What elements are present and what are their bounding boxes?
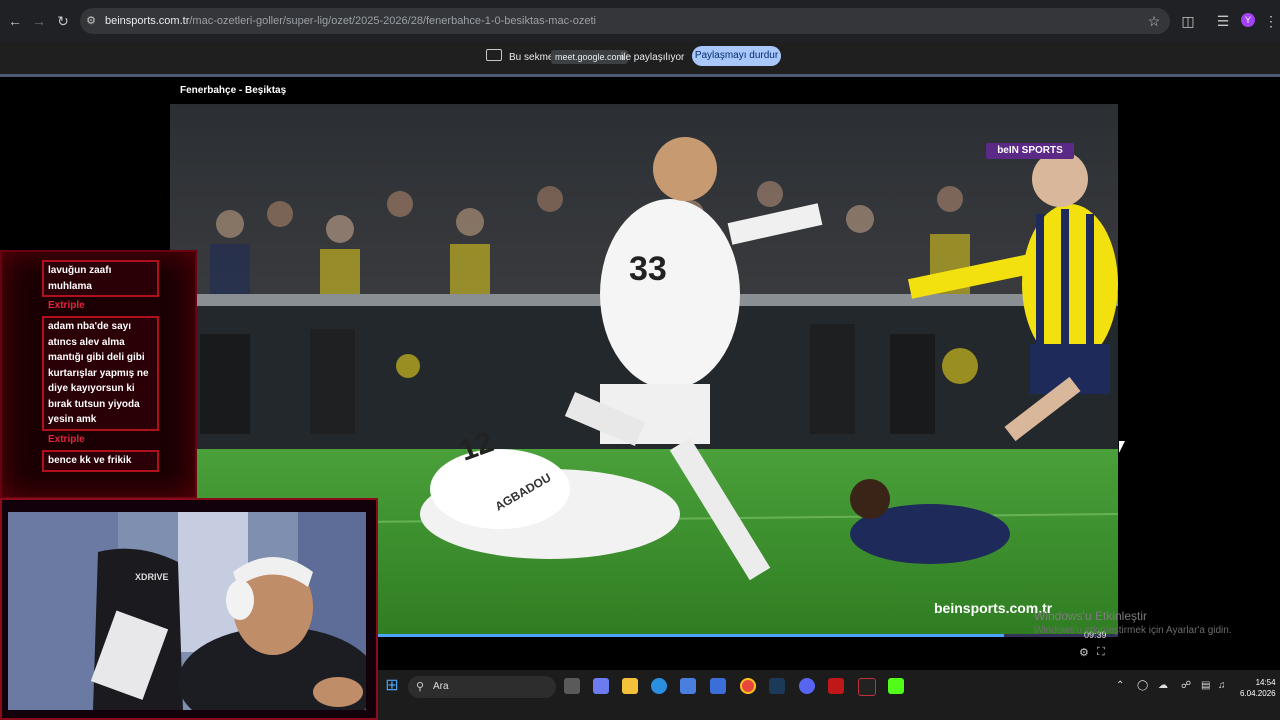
windows-activation-title: Windows'u Etkinleştir [1034,609,1147,623]
stop-sharing-button[interactable]: Paylaşmayı durdur [692,46,781,66]
clock-time: 14:54 [1255,678,1276,687]
shield-app-icon[interactable] [828,678,844,694]
edge-icon[interactable] [651,678,667,694]
start-icon[interactable]: ⊞ [384,678,400,694]
tray-app-icon[interactable]: ◯ [1137,680,1148,691]
url-text[interactable]: beinsports.com.tr/mac-ozetleri-goller/su… [105,8,596,34]
fullscreen-icon[interactable]: ⛶ [1097,646,1105,659]
chair-brand: XDRIVE [135,572,169,582]
chat-message: bence kk ve frikik [42,450,159,472]
webcam-scene [8,512,366,710]
tray-chevron-icon[interactable]: ⌃ [1116,680,1124,691]
sharing-text-prefix: Bu sekme [509,52,554,63]
back-icon[interactable]: ← [4,8,26,34]
stream-chat-overlay: lavuğun zaafı muhlama Extriple adam nba'… [0,250,197,499]
jersey-number-33: 33 [629,250,667,288]
channel-logo: beIN SPORTS [986,143,1074,159]
menu-icon[interactable]: ⋮ [1260,8,1280,34]
bookmark-star-icon[interactable]: ☆ [1143,8,1165,34]
url-path: /mac-ozetleri-goller/super-lig/ozet/2025… [189,15,596,27]
url-host: beinsports.com.tr [105,15,190,27]
copilot-icon[interactable] [593,678,609,694]
chat-username: Extriple [48,300,85,311]
volume-icon[interactable]: ♫ [1218,680,1226,691]
chat-username: Extriple [48,434,85,445]
video-title: Fenerbahçe - Beşiktaş [180,85,287,96]
media-control-icon[interactable]: ☰ [1212,8,1234,34]
taskbar-clock[interactable]: 14:54 6.04.2026 [1240,677,1276,699]
discord-icon[interactable] [799,678,815,694]
network-icon[interactable]: ▤ [1201,680,1210,691]
forward-icon[interactable]: → [28,8,50,34]
settings-gear-icon[interactable]: ⚙ [1079,646,1089,659]
webcam-feed [8,512,366,710]
app-icon[interactable] [710,678,726,694]
profile-avatar[interactable]: Y [1241,13,1255,27]
store-icon[interactable] [680,678,696,694]
site-info-icon[interactable]: ⚙ [80,8,102,34]
cloud-icon[interactable]: ☁ [1158,680,1168,691]
search-icon: ⚲ [416,681,425,693]
search-placeholder: Ara [433,681,449,692]
microphone-icon[interactable]: ☍ [1181,680,1191,691]
windows-activation-text: Windows'u etkinleştirmek için Ayarlar'a … [1034,625,1232,636]
task-view-icon[interactable] [564,678,580,694]
kick-icon[interactable] [888,678,904,694]
reload-icon[interactable]: ↻ [52,8,74,34]
file-explorer-icon[interactable] [622,678,638,694]
obs-icon[interactable] [858,678,876,696]
sharing-domain: meet.google.com [551,50,629,64]
clock-date: 6.04.2026 [1240,689,1276,698]
extensions-icon[interactable]: ◫ [1177,8,1199,34]
chat-message: lavuğun zaafı muhlama [42,260,159,297]
chrome-icon[interactable] [740,678,756,694]
sharing-text-suffix: ile paylaşılıyor [621,52,685,63]
mouse-cursor [1119,441,1125,453]
screen-share-icon [486,49,502,61]
chat-message: adam nba'de sayı atıncs alev alma mantığ… [42,316,159,431]
steam-icon[interactable] [769,678,785,694]
taskbar-search[interactable] [408,676,556,698]
